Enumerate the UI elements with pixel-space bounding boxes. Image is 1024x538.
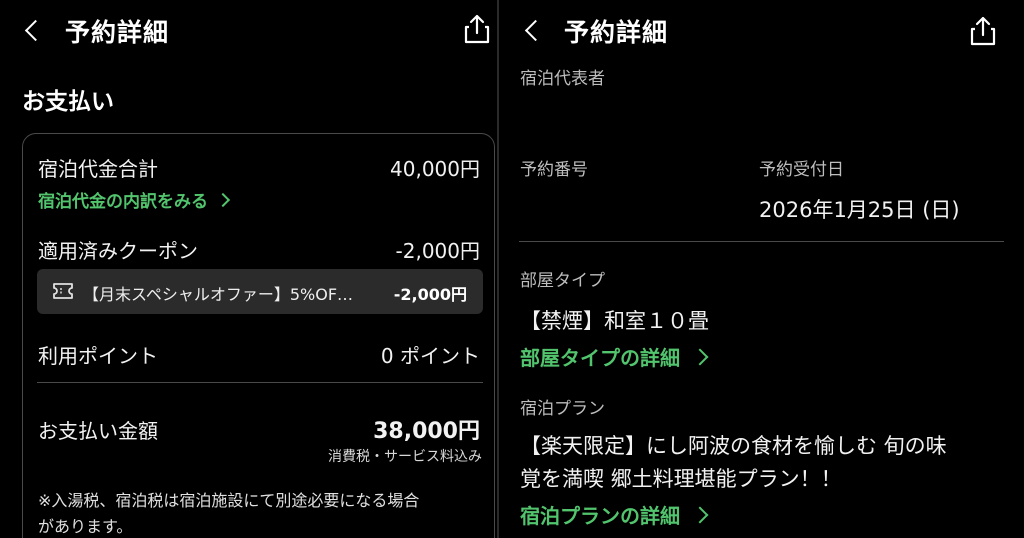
tax-note: 消費税・サービス料込み xyxy=(328,449,482,465)
accommodation-total-value: 40,000円 xyxy=(390,157,480,181)
room-type-detail-link[interactable]: 部屋タイプの詳細 xyxy=(520,342,709,371)
plan-line1: 【楽天限定】にし阿波の食材を愉しむ 旬の味 xyxy=(520,434,947,458)
reception-date-value: 2026年1月25日 (日) xyxy=(759,198,960,222)
back-chevron-left-icon[interactable] xyxy=(24,19,47,42)
coupon-label: 適用済みクーポン xyxy=(38,239,198,263)
room-type-label: 部屋タイプ xyxy=(520,271,605,291)
back-chevron-left-icon[interactable] xyxy=(524,19,547,42)
divider xyxy=(519,241,1004,242)
section-title-payment: お支払い xyxy=(22,89,114,115)
payment-amount-value: 38,000円 xyxy=(373,419,480,444)
coupon-name: 【月末スペシャルオファー】5%OF… xyxy=(83,285,354,304)
chevron-right-icon xyxy=(691,506,709,524)
payment-panel: 予約詳細 お支払い 宿泊代金合計 40,000円 宿泊代金の内訳をみる 適用済み… xyxy=(0,0,497,538)
ticket-icon xyxy=(53,283,73,299)
reservation-details-panel: 予約詳細 宿泊代表者 予約番号 予約受付日 2026年1月25日 (日) 部屋タ… xyxy=(499,0,1024,538)
page-title: 予約詳細 xyxy=(564,18,669,47)
chevron-right-icon xyxy=(691,348,709,366)
room-type-detail-link-label: 部屋タイプの詳細 xyxy=(520,346,680,370)
points-value: 0 ポイント xyxy=(380,344,480,368)
coupon-chip: 【月末スペシャルオファー】5%OF… -2,000円 xyxy=(37,269,483,314)
payment-amount-label: お支払い金額 xyxy=(38,419,158,443)
reception-date-label: 予約受付日 xyxy=(759,160,844,180)
reservation-number-label: 予約番号 xyxy=(520,160,588,180)
plan-line2: 覚を満喫 郷土料理堪能プラン！！ xyxy=(520,467,842,491)
representative-label: 宿泊代表者 xyxy=(520,69,605,89)
footnote-line1: ※入湯税、宿泊税は宿泊施設にて別途必要になる場合 xyxy=(38,491,420,510)
share-icon[interactable] xyxy=(970,16,996,46)
accommodation-total-label: 宿泊代金合計 xyxy=(38,157,158,181)
coupon-amount: -2,000円 xyxy=(393,285,467,304)
share-icon[interactable] xyxy=(464,14,490,44)
divider xyxy=(37,382,483,383)
breakdown-link[interactable]: 宿泊代金の内訳をみる xyxy=(38,187,231,212)
footnote-line2: があります。 xyxy=(38,517,133,536)
room-type-value: 【禁煙】和室１０畳 xyxy=(520,309,709,333)
plan-detail-link-label: 宿泊プランの詳細 xyxy=(520,504,680,528)
coupon-value: -2,000円 xyxy=(395,239,480,263)
plan-detail-link[interactable]: 宿泊プランの詳細 xyxy=(520,500,709,529)
page-title: 予約詳細 xyxy=(65,18,170,47)
breakdown-link-label: 宿泊代金の内訳をみる xyxy=(38,192,208,212)
plan-label: 宿泊プラン xyxy=(520,399,605,419)
points-label: 利用ポイント xyxy=(38,344,158,368)
chevron-right-icon xyxy=(215,192,231,208)
